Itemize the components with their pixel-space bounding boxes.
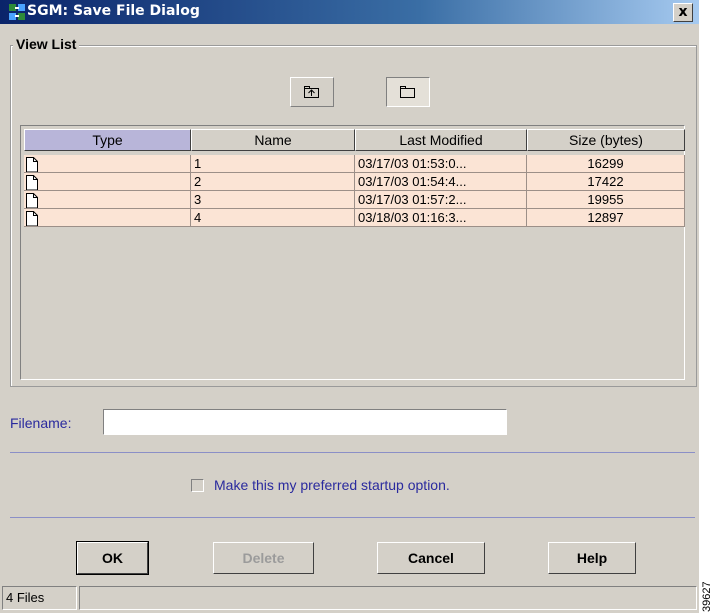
startup-option-checkbox[interactable] xyxy=(191,479,204,492)
column-header-name[interactable]: Name xyxy=(191,129,355,151)
file-table: Type Name Last Modified Size (bytes) 1 0… xyxy=(20,125,685,380)
type-cell xyxy=(24,209,191,227)
filename-input[interactable] xyxy=(103,409,507,435)
status-bar: 4 Files xyxy=(2,586,697,610)
title-bar[interactable]: SGM: Save File Dialog x xyxy=(0,0,699,24)
column-header-type[interactable]: Type xyxy=(24,129,191,151)
ok-button[interactable]: OK xyxy=(76,541,149,575)
size-cell: 16299 xyxy=(527,155,685,173)
divider xyxy=(10,517,695,518)
table-row[interactable]: 2 03/17/03 01:54:4... 17422 xyxy=(24,173,685,191)
type-cell xyxy=(24,173,191,191)
list-view-button[interactable] xyxy=(386,77,430,107)
close-button[interactable]: x xyxy=(673,3,693,22)
size-cell: 17422 xyxy=(527,173,685,191)
close-icon: x xyxy=(678,4,688,20)
column-header-size[interactable]: Size (bytes) xyxy=(527,129,685,151)
file-count: 4 Files xyxy=(2,586,77,610)
document-icon xyxy=(26,157,38,172)
modified-cell: 03/17/03 01:54:4... xyxy=(355,173,527,191)
name-cell: 2 xyxy=(191,173,355,191)
filename-label: Filename: xyxy=(10,415,72,431)
cancel-button[interactable]: Cancel xyxy=(377,542,485,574)
startup-option-label[interactable]: Make this my preferred startup option. xyxy=(214,477,450,493)
size-cell: 19955 xyxy=(527,191,685,209)
size-cell: 12897 xyxy=(527,209,685,227)
app-icon xyxy=(9,4,25,20)
name-cell: 3 xyxy=(191,191,355,209)
delete-button[interactable]: Delete xyxy=(213,542,314,574)
table-row[interactable]: 4 03/18/03 01:16:3... 12897 xyxy=(24,209,685,227)
document-icon xyxy=(26,211,38,226)
help-button[interactable]: Help xyxy=(548,542,636,574)
type-cell xyxy=(24,155,191,173)
document-icon xyxy=(26,175,38,190)
table-row[interactable]: 1 03/17/03 01:53:0... 16299 xyxy=(24,155,685,173)
up-one-level-icon xyxy=(304,86,319,98)
column-header-last-modified[interactable]: Last Modified xyxy=(355,129,527,151)
name-cell: 4 xyxy=(191,209,355,227)
modified-cell: 03/17/03 01:57:2... xyxy=(355,191,527,209)
name-cell: 1 xyxy=(191,155,355,173)
save-file-dialog: SGM: Save File Dialog x View List Type N… xyxy=(0,0,699,613)
window-title: SGM: Save File Dialog xyxy=(27,3,200,19)
view-list-title: View List xyxy=(13,36,80,52)
type-cell xyxy=(24,191,191,209)
figure-code: 39627 xyxy=(701,581,713,612)
document-icon xyxy=(26,193,38,208)
modified-cell: 03/17/03 01:53:0... xyxy=(355,155,527,173)
status-message xyxy=(79,586,697,610)
table-row[interactable]: 3 03/17/03 01:57:2... 19955 xyxy=(24,191,685,209)
list-view-icon xyxy=(400,86,415,98)
divider xyxy=(10,452,695,453)
modified-cell: 03/18/03 01:16:3... xyxy=(355,209,527,227)
up-one-level-button[interactable] xyxy=(290,77,334,107)
